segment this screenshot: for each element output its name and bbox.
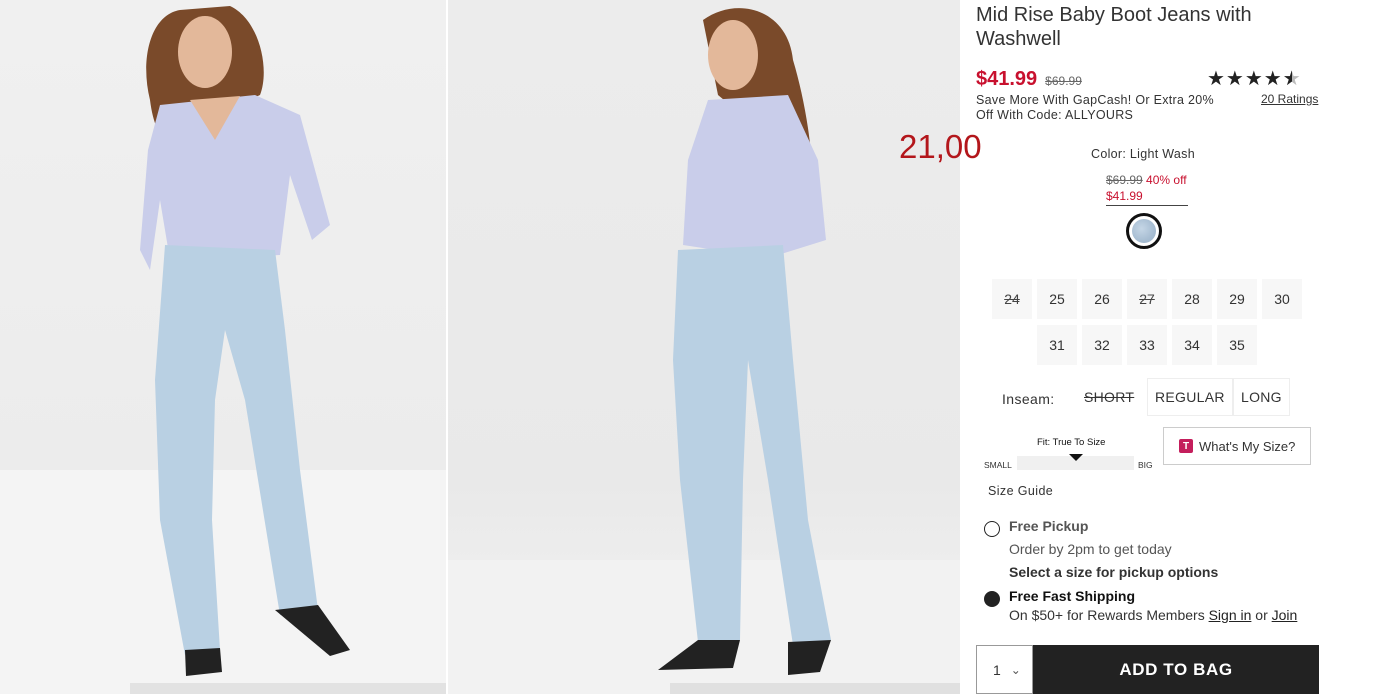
sale-price: $41.99 [976,68,1038,90]
swatch-discount: 40% off [1146,173,1187,187]
size-option-35[interactable]: 35 [1217,325,1257,365]
rating-stars: ★★★★★★ [1207,66,1302,91]
size-option-28[interactable]: 28 [1172,279,1212,319]
pickup-radio[interactable] [984,521,1000,537]
join-link[interactable]: Join [1272,607,1298,623]
add-to-bag-button[interactable]: ADD TO BAG [1033,645,1319,694]
chevron-down-icon: ⌄ [1010,662,1021,677]
ratings-link[interactable]: 20 Ratings [1261,92,1318,106]
swatch-sale-price: $41.99 [1106,189,1143,203]
true-fit-logo-icon: T [1179,439,1193,453]
star-icons: ★★★★ [1207,68,1283,90]
fit-marker-icon [1069,454,1083,461]
inseam-regular-button[interactable]: REGULAR [1147,378,1233,416]
fit-label: Fit: True To Size [1037,437,1106,448]
size-guide-link[interactable]: Size Guide [988,484,1053,498]
inseam-label: Inseam: [1002,391,1055,407]
inseam-long-button[interactable]: LONG [1233,378,1290,416]
swatch-price: $69.99 40% off $41.99 [1106,172,1188,206]
half-star-icon: ★★ [1282,66,1302,91]
product-image-back[interactable] [448,0,960,694]
size-option-33[interactable]: 33 [1127,325,1167,365]
quantity-select[interactable]: 1 ⌄ [976,645,1033,694]
size-option-34[interactable]: 34 [1172,325,1212,365]
size-option-26[interactable]: 26 [1082,279,1122,319]
pickup-note: Select a size for pickup options [1009,564,1219,580]
half-star-fill: ★ [1283,66,1292,91]
size-option-29[interactable]: 29 [1217,279,1257,319]
fit-small-label: SMALL [984,460,1012,470]
sign-in-link[interactable]: Sign in [1209,607,1252,623]
model-back-figure [448,8,960,694]
original-price: $69.99 [1045,74,1082,88]
price-row: $41.99 $69.99 [976,68,1082,91]
size-option-27[interactable]: 27 [1127,279,1167,319]
promo-text: Save More With GapCash! Or Extra 20% Off… [976,93,1214,122]
whats-my-size-button[interactable]: T What's My Size? [1163,427,1311,465]
color-swatch-light-wash[interactable] [1126,213,1162,249]
pickup-subtitle: Order by 2pm to get today [1009,541,1172,557]
size-option-30[interactable]: 30 [1262,279,1302,319]
product-image-front[interactable] [0,0,446,694]
color-label: Color: Light Wash [1091,147,1195,161]
quantity-value: 1 [993,661,1001,678]
shipping-radio[interactable] [984,591,1000,607]
shipping-title: Free Fast Shipping [1009,588,1136,604]
size-option-31[interactable]: 31 [1037,325,1077,365]
size-option-25[interactable]: 25 [1037,279,1077,319]
whats-my-size-label: What's My Size? [1199,438,1296,454]
shipping-subtitle: On $50+ for Rewards Members Sign in or J… [1009,607,1298,623]
pickup-title: Free Pickup [1009,518,1089,534]
swatch-fill [1132,219,1156,243]
fit-big-label: BIG [1138,460,1153,470]
product-title: Mid Rise Baby Boot Jeans with Washwell [976,4,1252,50]
overlay-price-annotation: 21,00 [899,128,982,165]
swatch-original-price: $69.99 [1106,173,1143,187]
size-option-32[interactable]: 32 [1082,325,1122,365]
model-front-figure [0,6,446,694]
size-option-24[interactable]: 24 [992,279,1032,319]
inseam-short-button[interactable]: SHORT [1077,378,1142,416]
